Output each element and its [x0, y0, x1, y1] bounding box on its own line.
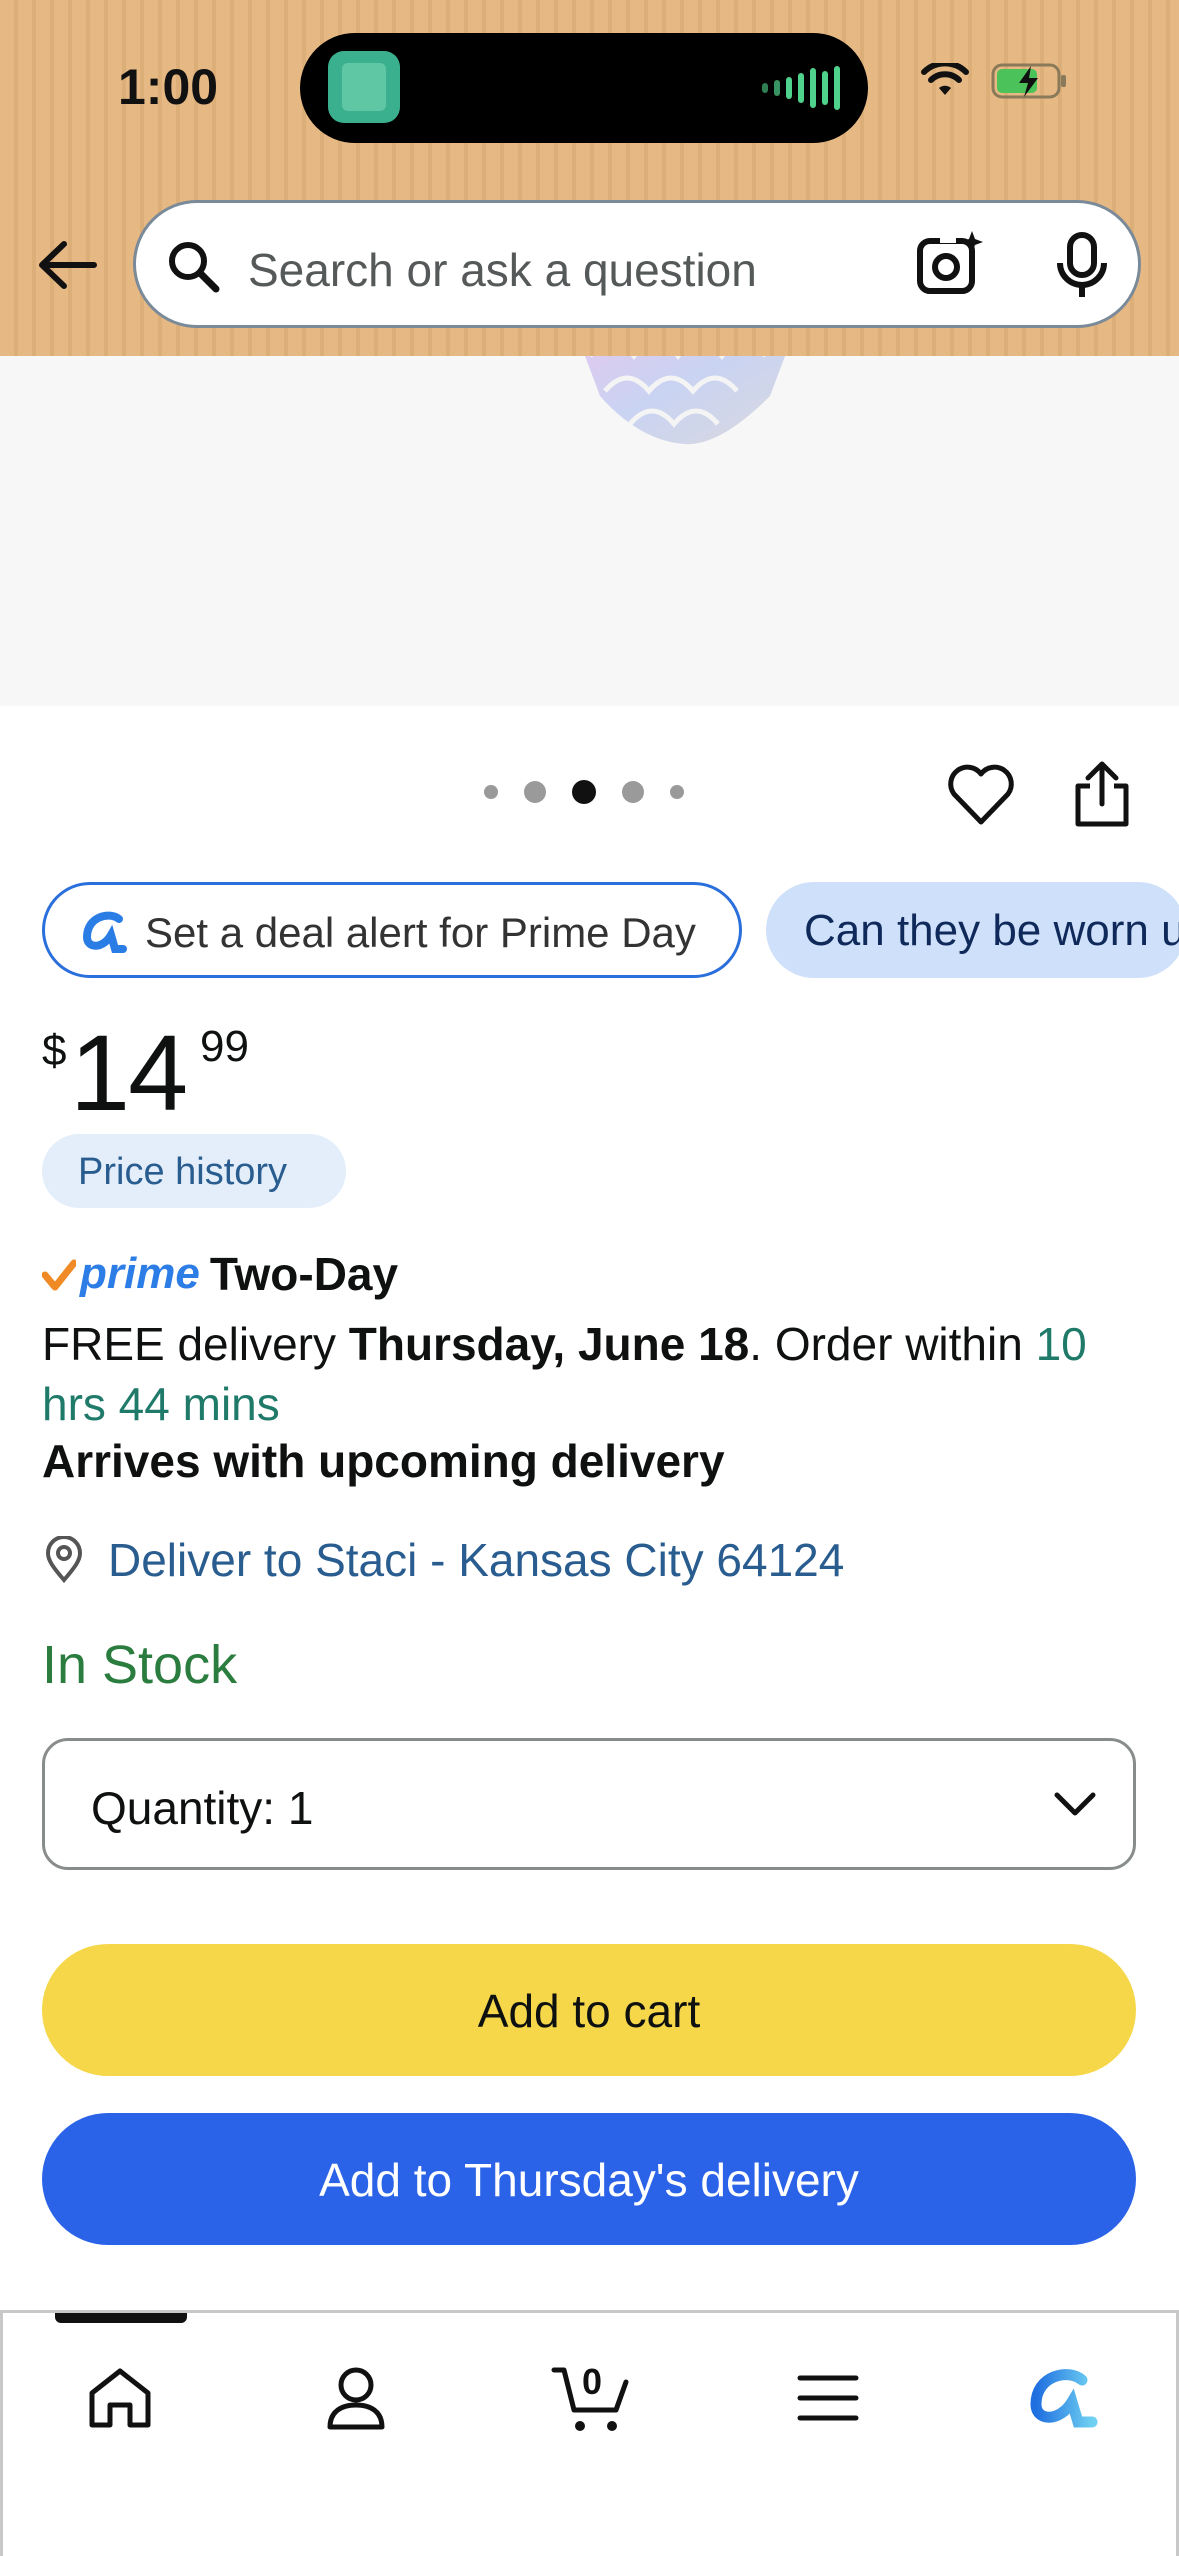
chevron-down-icon: [1054, 1792, 1096, 1816]
price-history-label: Price history: [78, 1151, 288, 1193]
prime-check-icon: [42, 1259, 76, 1291]
quantity-value: 1: [287, 1782, 314, 1834]
nav-menu[interactable]: [783, 2353, 873, 2443]
add-to-cart-button[interactable]: Add to cart: [42, 1944, 1136, 2076]
add-to-delivery-label: Add to Thursday's delivery: [319, 2154, 859, 2206]
prime-type: Two-Day: [209, 1248, 399, 1300]
rufus-icon: [1030, 2369, 1098, 2428]
price-currency: $: [42, 1026, 67, 1075]
camera-lens-icon[interactable]: [914, 229, 986, 301]
header: 1:00 Search or ask a question: [0, 0, 1179, 356]
search-bar[interactable]: Search or ask a question: [133, 200, 1141, 328]
deliver-to-link[interactable]: Deliver to Staci - Kansas City 64124: [42, 1530, 844, 1590]
dynamic-island[interactable]: [300, 33, 868, 143]
nav-home[interactable]: [75, 2353, 165, 2443]
prime-label: prime: [80, 1249, 200, 1298]
deal-alert-chip[interactable]: Set a deal alert for Prime Day: [42, 882, 742, 978]
nav-rufus[interactable]: [1019, 2353, 1109, 2443]
home-icon: [89, 2368, 151, 2428]
audio-wave-icon: [762, 66, 840, 110]
quantity-label: Quantity: 1: [91, 1782, 314, 1834]
now-playing-app-icon: [328, 51, 400, 123]
product-image-carousel[interactable]: [0, 356, 1179, 706]
carousel-dots[interactable]: [484, 780, 684, 804]
delivery-date: Thursday, June 18: [348, 1318, 750, 1370]
rufus-icon: [82, 911, 127, 953]
question-chip[interactable]: Can they be worn u: [766, 882, 1179, 978]
add-to-cart-label: Add to cart: [477, 1985, 701, 2037]
price-whole: 14: [70, 1012, 188, 1133]
microphone-icon[interactable]: [1052, 231, 1112, 301]
search-input[interactable]: Search or ask a question: [248, 243, 757, 297]
active-tab-indicator: [55, 2313, 187, 2323]
carousel-dot-active[interactable]: [572, 780, 596, 804]
stock-status: In Stock: [42, 1635, 238, 1695]
price-fraction: 99: [200, 1022, 249, 1071]
product-image: [585, 356, 785, 445]
nav-cart[interactable]: 0: [547, 2353, 637, 2443]
cart-count: 0: [581, 2361, 603, 2402]
share-icon[interactable]: [1070, 760, 1134, 830]
delivery-message: FREE delivery Thursday, June 18. Order w…: [42, 1314, 1152, 1434]
carousel-dot[interactable]: [524, 781, 546, 803]
location-pin-icon: [45, 1536, 83, 1584]
carousel-dot[interactable]: [484, 785, 498, 799]
menu-icon: [797, 2375, 859, 2421]
prime-badge: prime Two-Day: [42, 1244, 398, 1304]
wifi-icon: [921, 63, 969, 95]
carousel-dot[interactable]: [622, 781, 644, 803]
arrives-message: Arrives with upcoming delivery: [42, 1435, 725, 1487]
delivery-order-within: . Order within: [749, 1318, 1036, 1370]
status-bar: 1:00: [0, 0, 1179, 176]
status-icons: [921, 62, 1069, 100]
deliver-to-label: Deliver to Staci - Kansas City 64124: [108, 1534, 845, 1586]
carousel-dot[interactable]: [670, 785, 684, 799]
search-icon: [169, 242, 220, 293]
question-chip-label: Can they be worn u: [804, 906, 1179, 955]
add-to-delivery-button[interactable]: Add to Thursday's delivery: [42, 2113, 1136, 2245]
delivery-free-prefix: FREE delivery: [42, 1318, 349, 1370]
heart-icon[interactable]: [946, 760, 1016, 830]
bottom-nav: 0: [0, 2310, 1179, 2556]
battery-charging-icon: [991, 63, 1066, 99]
quantity-select[interactable]: Quantity: 1: [42, 1738, 1136, 1870]
back-arrow-icon[interactable]: [32, 230, 102, 300]
account-icon: [327, 2367, 385, 2430]
nav-account[interactable]: [311, 2353, 401, 2443]
deal-alert-label: Set a deal alert for Prime Day: [145, 909, 696, 956]
status-time: 1:00: [118, 59, 219, 115]
price-history-button[interactable]: Price history: [42, 1134, 346, 1208]
